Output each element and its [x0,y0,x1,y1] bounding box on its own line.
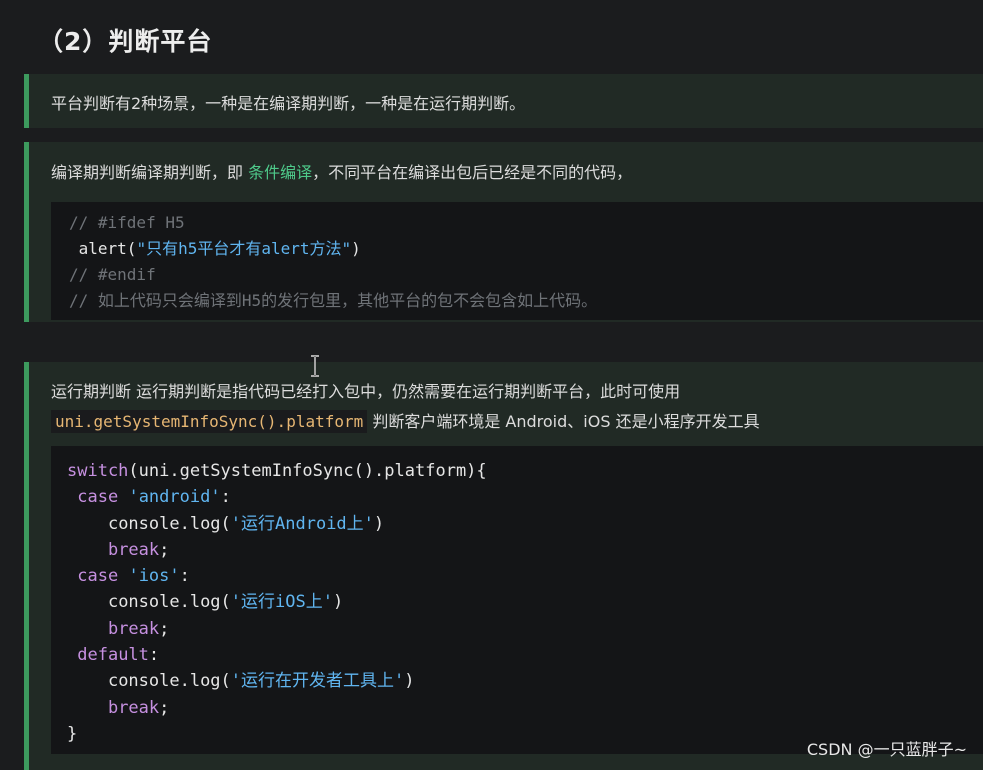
callout-scenarios: 平台判断有2种场景，一种是在编译期判断，一种是在运行期判断。 [24,74,983,128]
code-switch-rest: (uni.getSystemInfoSync().platform){ [128,461,487,481]
scenarios-text: 平台判断有2种场景，一种是在编译期判断，一种是在运行期判断。 [51,94,526,113]
code-log-devtools: '运行在开发者工具上' [230,671,405,692]
code-colon: : [220,487,231,508]
code-colon: : [179,566,190,587]
code-alert-string: "只有h5平台才有alert方法" [136,239,352,258]
compile-time-text: 编译期判断编译期判断，即 条件编译，不同平台在编译出包后已经是不同的代码， [51,159,632,183]
compile-text-before: 编译期判断编译期判断，即 [51,163,249,182]
code-paren: ) [404,671,415,692]
code-console-log: console.log( [107,513,231,534]
compile-text-after: ，不同平台在编译出包后已经是不同的代码， [312,163,633,182]
code-switch-kw: switch [67,461,129,481]
runtime-text-after: 判断客户端环境是 Android、iOS 还是小程序开发工具 [367,412,760,431]
code-paren: ) [373,513,385,534]
code-paren: ) [351,239,361,258]
code-paren: ) [332,592,344,613]
code-semicolon: ; [159,539,170,560]
csdn-watermark: CSDN @一只蓝胖子~ [806,740,967,759]
code-break-kw: break [107,618,160,639]
conditional-compile-link[interactable]: 条件编译 [248,163,312,182]
code-comment-note: // 如上代码只会编译到H5的发行包里，其他平台的包不会包含如上代码。 [69,291,598,310]
code-break-kw: break [107,697,160,718]
code-console-log: console.log( [107,592,231,613]
runtime-code-block: switch(uni.getSystemInfoSync().platform)… [51,446,983,754]
code-case-android: 'android' [128,487,221,508]
code-console-log: console.log( [107,671,231,692]
code-alert-call: alert( [69,239,137,258]
runtime-text-line2: uni.getSystemInfoSync().platform 判断客户端环境… [51,408,760,433]
code-case-kw: case [77,487,119,508]
section-heading: （2）判断平台 [38,27,213,56]
code-case-ios: 'ios' [128,566,180,587]
code-semicolon: ; [159,618,170,639]
code-semicolon: ; [159,697,170,718]
inline-code-platform: uni.getSystemInfoSync().platform [51,410,368,433]
code-log-android: '运行Android上' [230,513,374,534]
code-comment-endif: // #endif [69,265,156,284]
code-default-kw: default [77,645,149,666]
callout-runtime: 运行期判断 运行期判断是指代码已经打入包中，仍然需要在运行期判断平台，此时可使用… [24,362,983,770]
compile-code-block: // #ifdef H5 alert("只有h5平台才有alert方法") //… [51,202,983,320]
code-colon: : [148,645,160,666]
code-log-ios: '运行iOS上' [230,592,333,613]
code-close-brace: } [67,723,78,744]
code-break-kw: break [107,539,160,560]
runtime-text-line1: 运行期判断 运行期判断是指代码已经打入包中，仍然需要在运行期判断平台，此时可使用 [51,382,681,401]
code-case-kw: case [77,566,119,587]
code-comment-ifdef: // #ifdef H5 [69,213,185,232]
text-cursor-icon [311,355,319,377]
callout-compile-time: 编译期判断编译期判断，即 条件编译，不同平台在编译出包后已经是不同的代码， //… [24,142,983,322]
